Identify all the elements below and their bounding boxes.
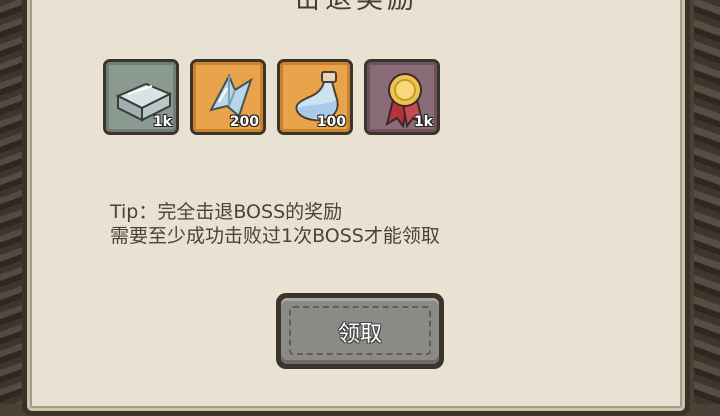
reward-slot-potion[interactable]: 100 bbox=[277, 59, 353, 135]
tip-line-2: 需要至少成功击败过1次BOSS才能领取 bbox=[110, 225, 440, 247]
background-wall-right bbox=[694, 0, 720, 404]
claim-button-label: 领取 bbox=[337, 322, 382, 347]
reward-qty: 1k bbox=[413, 114, 433, 130]
dialog-title: 击退奖励 bbox=[27, 0, 685, 16]
reward-qty: 100 bbox=[316, 114, 346, 130]
tip-line-1: Tip：完全击退BOSS的奖励 bbox=[110, 201, 343, 223]
reward-qty: 200 bbox=[229, 114, 259, 130]
claim-button-face: 领取 bbox=[281, 298, 439, 364]
reward-slot-crystal[interactable]: 200 bbox=[190, 59, 266, 135]
claim-button[interactable]: 领取 bbox=[276, 293, 444, 369]
tip-text: Tip：完全击退BOSS的奖励 需要至少成功击败过1次BOSS才能领取 bbox=[110, 200, 440, 248]
background-wall-left bbox=[0, 0, 24, 404]
reward-qty: 1k bbox=[152, 114, 172, 130]
reward-slot-ingot[interactable]: 1k bbox=[103, 59, 179, 135]
reward-slot-medal[interactable]: 1k bbox=[364, 59, 440, 135]
